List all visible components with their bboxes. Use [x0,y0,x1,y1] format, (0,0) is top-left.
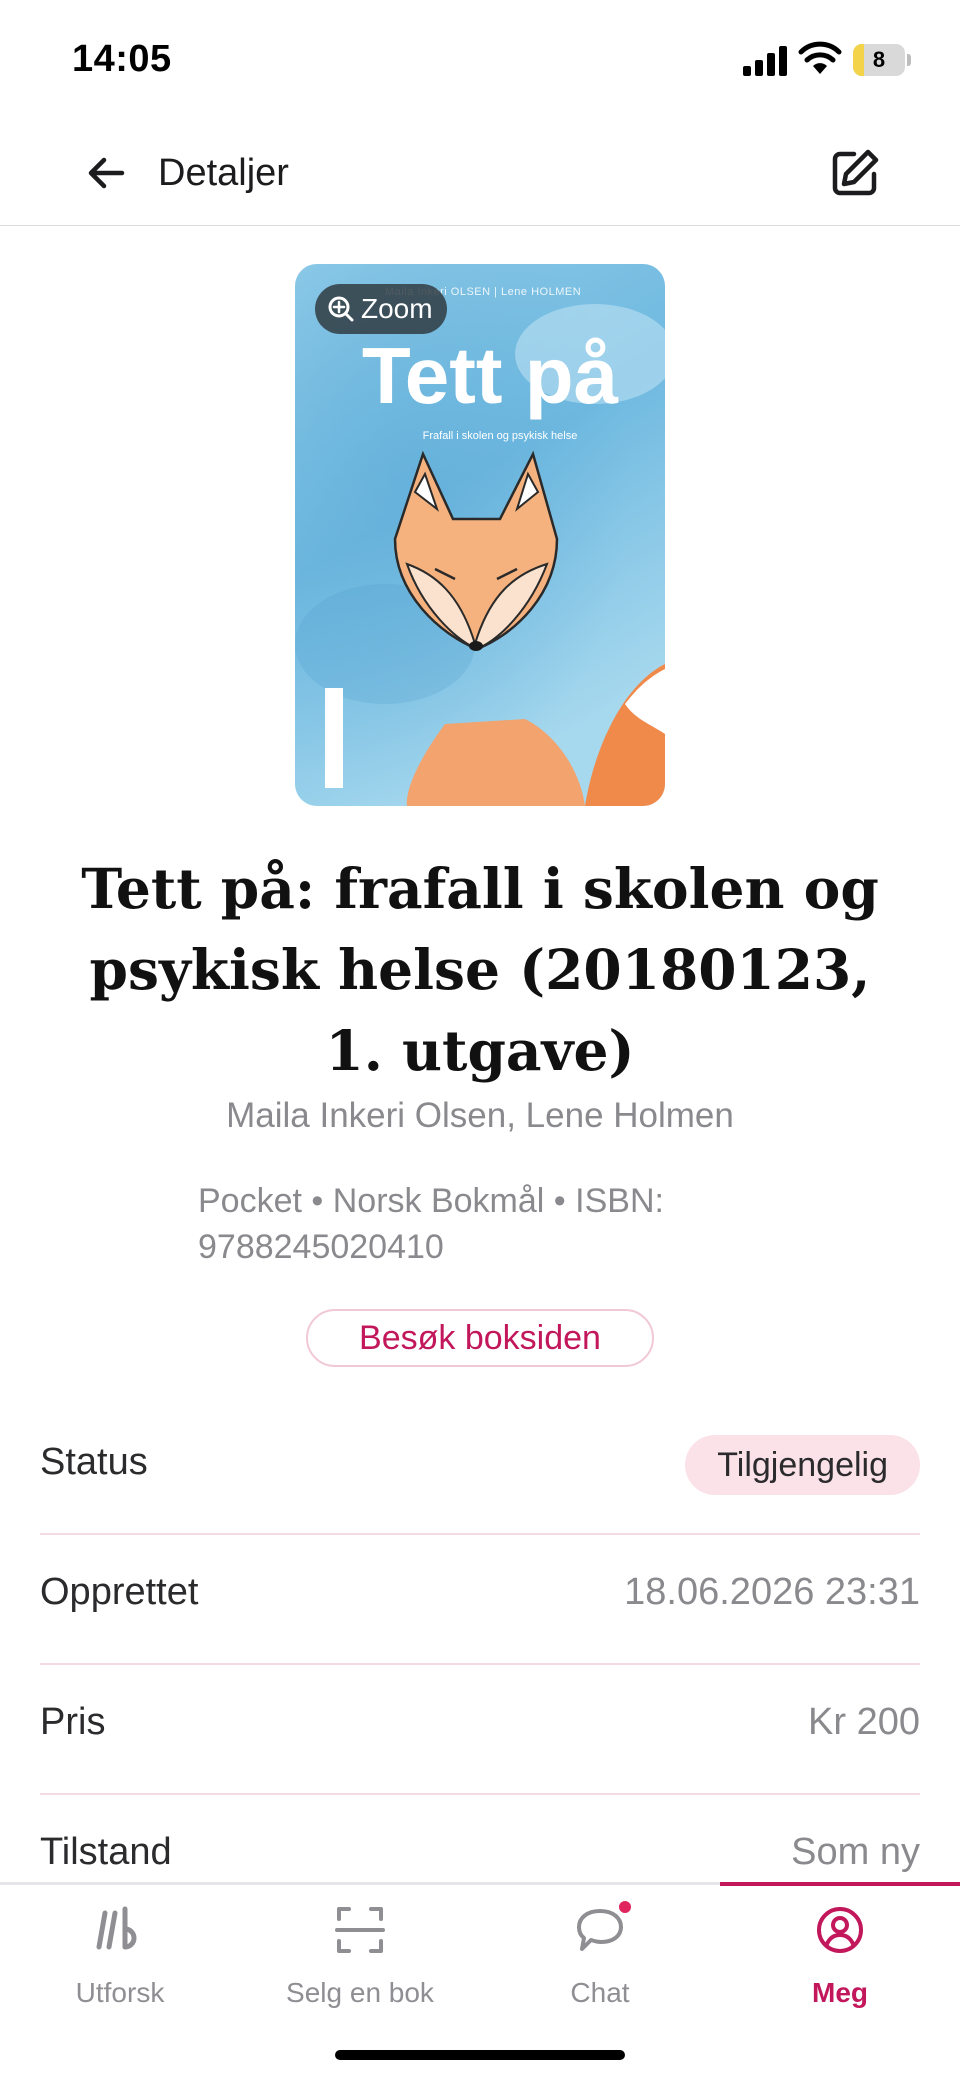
scan-icon [335,1907,385,1953]
cover-subtitle: Frafall i skolen og psykisk helse [422,430,578,442]
wifi-icon [798,41,842,74]
chat-bubble-icon [577,1909,623,1951]
page-title: Detaljer [158,152,289,194]
edit-icon[interactable] [828,146,882,200]
app-header: Detaljer [0,120,960,226]
detail-value: Som ny [791,1831,920,1873]
tab-label: Utforsk [75,1977,165,2008]
detail-label: Status [40,1441,148,1483]
zoom-label: Zoom [361,293,433,324]
status-badge: Tilgjengelig [685,1435,920,1495]
tab-explore[interactable]: Utforsk [0,1885,240,2078]
detail-row-price: Pris Kr 200 [40,1665,920,1795]
cover-title: Tett på [361,331,619,420]
book-meta: Pocket • Norsk Bokmål • ISBN: 9788245020… [198,1182,664,1266]
detail-label: Pris [40,1701,106,1743]
detail-label: Opprettet [40,1571,199,1613]
detail-value: 18.06.2026 23:31 [624,1571,920,1613]
lb-logo-icon [96,1906,137,1950]
status-time: 14:05 [72,38,172,80]
battery-level: 8 [872,47,886,72]
tab-label: Chat [570,1977,630,2008]
book-title: Tett på: frafall i skolen og psykisk hel… [81,856,879,1083]
zoom-in-icon [328,296,354,322]
user-circle-icon [817,1907,863,1953]
book-cover[interactable]: Maila Inkeri OLSEN | Lene HOLMEN Tett på… [295,264,665,806]
book-authors: Maila Inkeri Olsen, Lene Holmen [226,1096,734,1135]
tab-me[interactable]: Meg [720,1885,960,2078]
home-indicator [335,2050,625,2060]
detail-label: Tilstand [40,1831,172,1873]
detail-row-status: Status Tilgjengelig [40,1405,920,1535]
chat-notification-dot [617,1899,633,1915]
visit-book-page-button[interactable]: Besøk boksiden [306,1309,654,1367]
detail-row-created: Opprettet 18.06.2026 23:31 [40,1535,920,1665]
cellular-signal-icon [743,46,787,76]
tab-label: Selg en bok [286,1977,434,2008]
detail-value: Kr 200 [808,1701,920,1743]
battery-icon: 8 [853,44,911,76]
zoom-button[interactable]: Zoom [315,284,447,334]
publisher-logo [325,688,343,788]
tab-bar: Utforsk Selg en bok Chat Meg [0,1882,960,2078]
status-bar: 14:05 8 [0,0,960,120]
arrow-left-icon[interactable] [82,148,132,198]
tab-label: Meg [812,1977,868,2008]
